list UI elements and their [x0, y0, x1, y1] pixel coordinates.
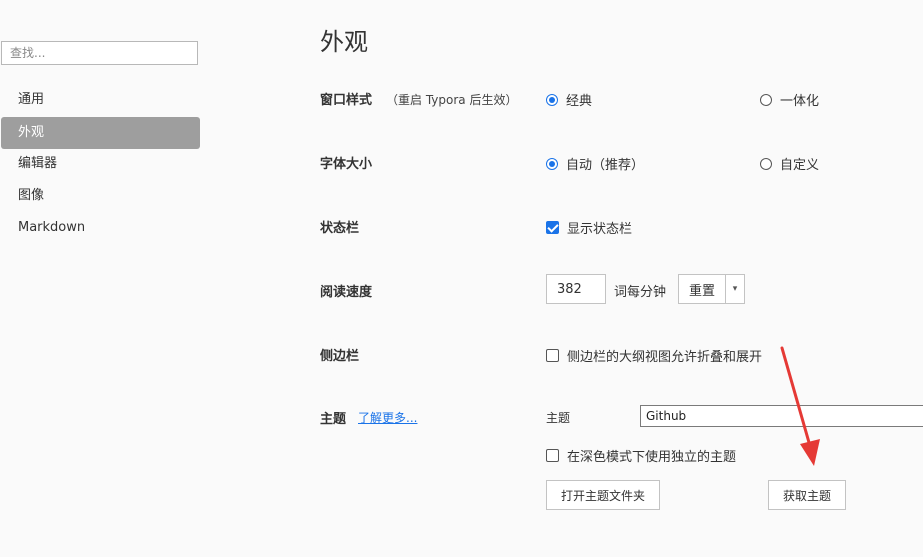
radio-unselected-icon	[760, 93, 772, 106]
sidebar-item-image[interactable]: 图像	[1, 180, 200, 212]
font-size-auto-label: 自动（推荐）	[566, 158, 645, 173]
dark-mode-theme-checkbox[interactable]: 在深色模式下使用独立的主题	[546, 446, 736, 465]
window-style-note: （重启 Typora 后生效）	[386, 93, 518, 107]
learn-more-link[interactable]: 了解更多...	[358, 409, 417, 426]
search-input[interactable]	[1, 41, 198, 65]
font-size-auto-radio[interactable]: 自动（推荐）	[546, 154, 644, 173]
show-status-bar-label: 显示状态栏	[567, 222, 633, 237]
outline-collapsible-checkbox[interactable]: 侧边栏的大纲视图允许折叠和展开	[546, 346, 762, 365]
status-bar-label: 状态栏	[320, 221, 360, 236]
outline-collapsible-label: 侧边栏的大纲视图允许折叠和展开	[567, 350, 763, 365]
dark-mode-theme-label: 在深色模式下使用独立的主题	[567, 450, 737, 465]
chevron-down-icon[interactable]: ▾	[726, 274, 745, 304]
theme-field-label: 主题	[546, 411, 571, 425]
window-style-classic-radio[interactable]: 经典	[546, 90, 592, 109]
preferences-window: 通用 外观 编辑器 图像 Markdown 外观 窗口样式 （重启 Typora …	[0, 0, 923, 557]
sidebar-item-appearance[interactable]: 外观	[1, 117, 200, 149]
sidebar: 通用 外观 编辑器 图像 Markdown	[0, 0, 205, 557]
window-style-classic-label: 经典	[566, 94, 593, 109]
checkbox-unchecked-icon	[546, 449, 559, 462]
reading-speed-unit: 词每分钟	[614, 285, 667, 300]
window-style-unibody-radio[interactable]: 一体化	[760, 90, 819, 109]
reset-split-button: 重置 ▾	[678, 274, 745, 304]
page-title: 外观	[320, 28, 368, 56]
sidebar-item-editor[interactable]: 编辑器	[1, 148, 200, 180]
sidebar-item-markdown[interactable]: Markdown	[1, 212, 200, 244]
font-size-custom-radio[interactable]: 自定义	[760, 154, 819, 173]
radio-selected-icon	[546, 157, 558, 170]
theme-label: 主题	[320, 412, 347, 427]
theme-select[interactable]: Github	[640, 405, 923, 427]
reset-button[interactable]: 重置	[678, 274, 726, 304]
show-status-bar-checkbox[interactable]: 显示状态栏	[546, 218, 632, 237]
radio-selected-icon	[546, 93, 558, 106]
open-theme-folder-button[interactable]: 打开主题文件夹	[546, 480, 661, 510]
reading-speed-input[interactable]	[546, 274, 606, 304]
sidebar-setting-label: 侧边栏	[320, 349, 360, 364]
font-size-label: 字体大小	[320, 157, 373, 172]
reading-speed-label: 阅读速度	[320, 285, 373, 300]
checkbox-checked-icon	[546, 221, 559, 234]
radio-unselected-icon	[760, 157, 772, 170]
window-style-label: 窗口样式 （重启 Typora 后生效）	[320, 89, 517, 108]
window-style-unibody-label: 一体化	[780, 94, 820, 109]
get-themes-button[interactable]: 获取主题	[768, 480, 847, 510]
checkbox-unchecked-icon	[546, 349, 559, 362]
font-size-custom-label: 自定义	[780, 158, 820, 173]
window-style-label-text: 窗口样式	[320, 93, 373, 108]
sidebar-item-general[interactable]: 通用	[1, 84, 200, 116]
